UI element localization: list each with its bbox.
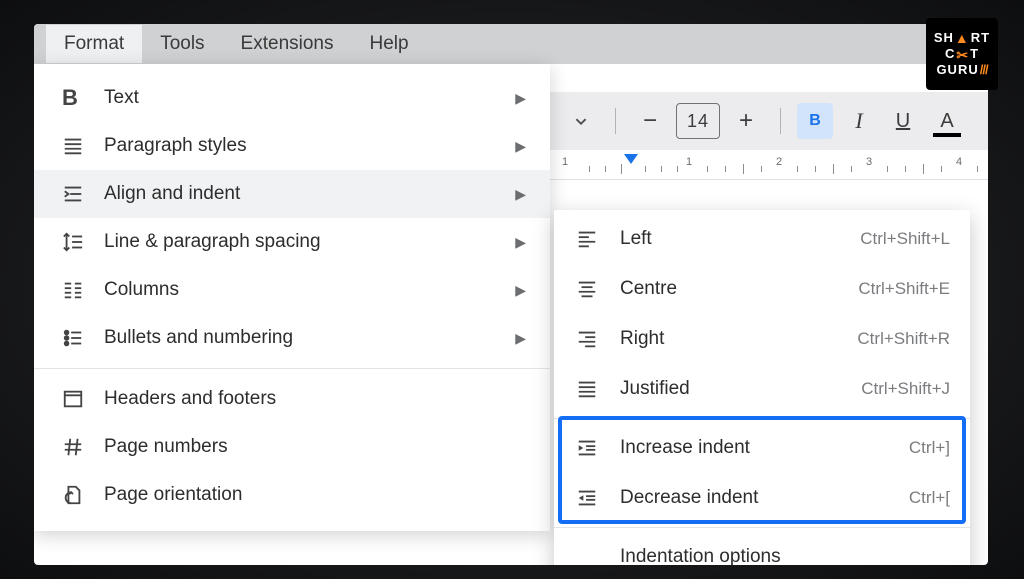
font-size-field[interactable]: 14 xyxy=(676,103,720,139)
docs-window: Format Tools Extensions Help − 14 + B I … xyxy=(34,24,988,565)
menu-label: Headers and footers xyxy=(94,388,526,410)
ruler-number: 1 xyxy=(686,156,692,168)
ruler-number: 3 xyxy=(866,156,872,168)
submenu-label: Centre xyxy=(610,278,858,300)
toolbar-separator xyxy=(615,108,616,134)
menubar: Format Tools Extensions Help xyxy=(34,24,988,64)
ruler-number: 4 xyxy=(956,156,962,168)
menu-item-paragraph-styles[interactable]: Paragraph styles ▶ xyxy=(34,122,550,170)
shortcut-label: Ctrl+Shift+L xyxy=(860,229,950,249)
submenu-arrow-icon: ▶ xyxy=(515,234,526,251)
bold-icon: B xyxy=(62,85,94,111)
text-color-button[interactable]: A xyxy=(929,103,965,139)
page-orientation-icon xyxy=(62,484,94,506)
shortcut-label: Ctrl+Shift+R xyxy=(857,329,950,349)
line-spacing-icon xyxy=(62,231,94,253)
shortcut-label: Ctrl+[ xyxy=(909,488,950,508)
submenu-label: Left xyxy=(610,228,860,250)
shortcut-label: Ctrl+Shift+E xyxy=(858,279,950,299)
submenu-label: Right xyxy=(610,328,857,350)
ruler-number: 2 xyxy=(776,156,782,168)
menu-separator xyxy=(554,418,970,419)
submenu-item-right[interactable]: Right Ctrl+Shift+R xyxy=(554,314,970,364)
submenu-arrow-icon: ▶ xyxy=(515,186,526,203)
menu-item-columns[interactable]: Columns ▶ xyxy=(34,266,550,314)
shortcut-label: Ctrl+] xyxy=(909,438,950,458)
decrease-indent-icon xyxy=(576,487,610,509)
paragraph-styles-icon xyxy=(62,135,94,157)
toolbar: − 14 + B I U A xyxy=(549,92,988,150)
menu-label: Page numbers xyxy=(94,436,526,458)
menubar-item-extensions[interactable]: Extensions xyxy=(223,25,352,63)
align-indent-submenu: Left Ctrl+Shift+L Centre Ctrl+Shift+E Ri… xyxy=(554,210,970,565)
menubar-item-help[interactable]: Help xyxy=(352,25,427,63)
menubar-item-format[interactable]: Format xyxy=(46,25,142,63)
submenu-label: Indentation options xyxy=(610,546,950,565)
menu-label: Text xyxy=(94,87,515,109)
ruler-number: 1 xyxy=(562,156,568,168)
submenu-item-centre[interactable]: Centre Ctrl+Shift+E xyxy=(554,264,970,314)
italic-button[interactable]: I xyxy=(841,103,877,139)
headers-footers-icon xyxy=(62,388,94,410)
columns-icon xyxy=(62,279,94,301)
submenu-arrow-icon: ▶ xyxy=(515,90,526,107)
menu-item-page-orientation[interactable]: Page orientation xyxy=(34,471,550,519)
submenu-label: Decrease indent xyxy=(610,487,909,509)
submenu-item-indentation-options[interactable]: Indentation options xyxy=(554,532,970,565)
submenu-label: Increase indent xyxy=(610,437,909,459)
page-numbers-icon xyxy=(62,436,94,458)
menu-label: Line & paragraph spacing xyxy=(94,231,515,253)
align-justify-icon xyxy=(576,378,610,400)
font-size-decrease-button[interactable]: − xyxy=(632,103,668,139)
menu-label: Align and indent xyxy=(94,183,515,205)
scissor-icon: ✂ xyxy=(956,47,969,63)
align-right-icon xyxy=(576,328,610,350)
align-center-icon xyxy=(576,278,610,300)
ruler: 1 1 2 3 4 5 xyxy=(549,152,988,180)
submenu-item-decrease-indent[interactable]: Decrease indent Ctrl+[ xyxy=(554,473,970,523)
menu-label: Columns xyxy=(94,279,515,301)
shortcut-guru-logo: SH▲RT C✂T GURU/// xyxy=(926,18,998,90)
menubar-item-tools[interactable]: Tools xyxy=(142,25,222,63)
toolbar-separator xyxy=(780,108,781,134)
submenu-item-increase-indent[interactable]: Increase indent Ctrl+] xyxy=(554,423,970,473)
submenu-label: Justified xyxy=(610,378,861,400)
increase-indent-icon xyxy=(576,437,610,459)
submenu-arrow-icon: ▶ xyxy=(515,282,526,299)
menu-item-bullets-numbering[interactable]: Bullets and numbering ▶ xyxy=(34,314,550,362)
menu-item-headers-footers[interactable]: Headers and footers xyxy=(34,375,550,423)
menu-label: Page orientation xyxy=(94,484,526,506)
submenu-arrow-icon: ▶ xyxy=(515,138,526,155)
menu-separator xyxy=(34,368,550,369)
submenu-item-justified[interactable]: Justified Ctrl+Shift+J xyxy=(554,364,970,414)
menu-item-align-and-indent[interactable]: Align and indent ▶ xyxy=(34,170,550,218)
submenu-item-left[interactable]: Left Ctrl+Shift+L xyxy=(554,214,970,264)
menu-label: Bullets and numbering xyxy=(94,327,515,349)
underline-button[interactable]: U xyxy=(885,103,921,139)
submenu-arrow-icon: ▶ xyxy=(515,330,526,347)
menu-item-line-spacing[interactable]: Line & paragraph spacing ▶ xyxy=(34,218,550,266)
dropdown-caret-icon[interactable] xyxy=(563,103,599,139)
shortcut-label: Ctrl+Shift+J xyxy=(861,379,950,399)
format-menu-dropdown: B Text ▶ Paragraph styles ▶ Align and in… xyxy=(34,64,550,531)
menu-item-page-numbers[interactable]: Page numbers xyxy=(34,423,550,471)
menu-separator xyxy=(554,527,970,528)
bold-button[interactable]: B xyxy=(797,103,833,139)
bullets-icon xyxy=(62,327,94,349)
align-indent-icon xyxy=(62,183,94,205)
menu-item-text[interactable]: B Text ▶ xyxy=(34,74,550,122)
align-left-icon xyxy=(576,228,610,250)
font-size-increase-button[interactable]: + xyxy=(728,103,764,139)
scissor-icon: ▲ xyxy=(955,30,970,46)
first-line-indent-marker[interactable] xyxy=(624,154,638,168)
menu-label: Paragraph styles xyxy=(94,135,515,157)
